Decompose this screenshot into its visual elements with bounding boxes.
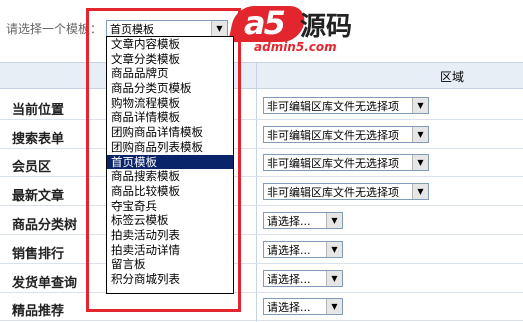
row-select[interactable]: 请选择... ▼ bbox=[263, 270, 343, 287]
row-label: 当前位置 bbox=[12, 103, 65, 118]
table-header: 区域 bbox=[0, 62, 523, 89]
row-select-value: 请选择... bbox=[267, 215, 311, 228]
row-select[interactable]: 请选择... ▼ bbox=[263, 212, 343, 229]
row-divider bbox=[0, 205, 523, 206]
column-divider bbox=[256, 62, 257, 322]
row-select-value: 请选择... bbox=[267, 244, 311, 257]
row-divider bbox=[0, 292, 523, 293]
row-select-value: 请选择... bbox=[267, 273, 311, 286]
chevron-down-icon[interactable]: ▼ bbox=[412, 127, 428, 142]
logo-text: a5 bbox=[244, 4, 286, 42]
row-divider bbox=[0, 148, 523, 149]
row-divider bbox=[0, 263, 523, 264]
highlight-frame bbox=[86, 8, 241, 312]
watermark-logo: a5 源码 admin5.com bbox=[220, 0, 380, 58]
row-select[interactable]: 非可编辑区库文件无选择项 ▼ bbox=[263, 126, 429, 143]
chevron-down-icon[interactable]: ▼ bbox=[326, 299, 342, 314]
chevron-down-icon[interactable]: ▼ bbox=[412, 155, 428, 170]
row-divider bbox=[0, 320, 523, 321]
logo-site-text: admin5.com bbox=[254, 40, 337, 54]
row-label: 精品推荐 bbox=[12, 304, 65, 319]
row-label: 销售排行 bbox=[12, 247, 65, 262]
row-select-value: 非可编辑区库文件无选择项 bbox=[267, 157, 399, 170]
chevron-down-icon[interactable]: ▼ bbox=[326, 213, 342, 228]
row-select-value: 请选择... bbox=[267, 301, 311, 314]
row-select[interactable]: 请选择... ▼ bbox=[263, 241, 343, 258]
chevron-down-icon[interactable]: ▼ bbox=[326, 242, 342, 257]
column-header-area: 区域 bbox=[440, 70, 465, 84]
row-label: 搜索表单 bbox=[12, 132, 65, 147]
chevron-down-icon[interactable]: ▼ bbox=[326, 271, 342, 286]
row-label: 商品分类树 bbox=[12, 218, 78, 233]
row-select[interactable]: 非可编辑区库文件无选择项 ▼ bbox=[263, 97, 429, 114]
row-label: 会员区 bbox=[12, 160, 52, 175]
row-select[interactable]: 非可编辑区库文件无选择项 ▼ bbox=[263, 154, 429, 171]
row-label: 最新文章 bbox=[12, 189, 65, 204]
row-select-value: 非可编辑区库文件无选择项 bbox=[267, 186, 399, 199]
chevron-down-icon[interactable]: ▼ bbox=[412, 184, 428, 199]
logo-cn-text: 源码 bbox=[300, 12, 353, 42]
row-divider bbox=[0, 119, 523, 120]
chevron-down-icon[interactable]: ▼ bbox=[412, 98, 428, 113]
row-select[interactable]: 请选择... ▼ bbox=[263, 298, 343, 315]
row-label: 发货单查询 bbox=[12, 276, 78, 291]
row-divider bbox=[0, 176, 523, 177]
row-select-value: 非可编辑区库文件无选择项 bbox=[267, 100, 399, 113]
row-select-value: 非可编辑区库文件无选择项 bbox=[267, 129, 399, 142]
row-divider bbox=[0, 234, 523, 235]
row-select[interactable]: 非可编辑区库文件无选择项 ▼ bbox=[263, 183, 429, 200]
